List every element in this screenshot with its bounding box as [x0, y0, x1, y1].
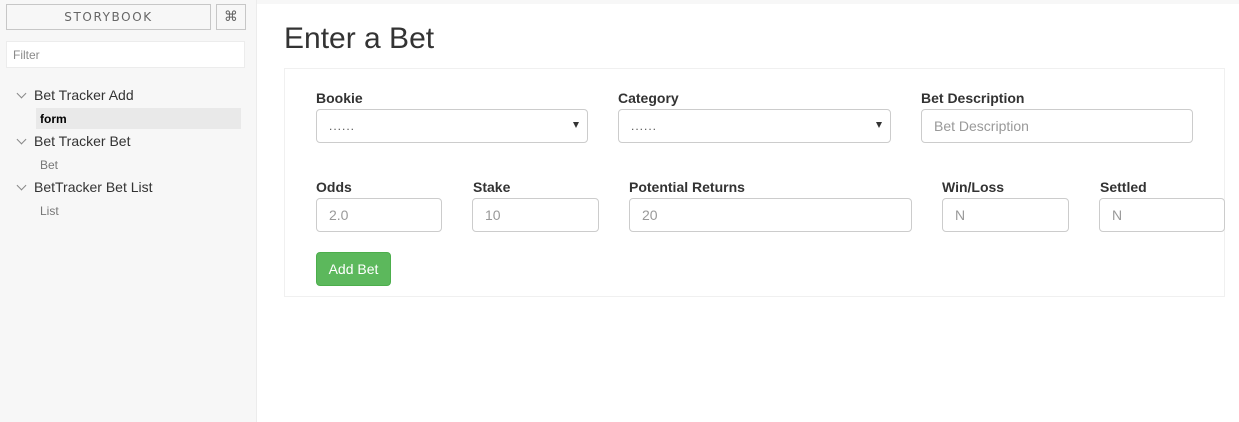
bet-description-input[interactable]	[921, 109, 1193, 143]
chevron-down-icon	[16, 180, 27, 190]
kind-label: BetTracker Bet List	[34, 179, 153, 195]
bookie-label: Bookie	[316, 90, 363, 106]
storybook-brand-button[interactable]: STORYBOOK	[6, 4, 211, 30]
story-bet[interactable]: Bet	[36, 154, 241, 175]
kind-label: Bet Tracker Add	[34, 87, 134, 103]
kind-bet-tracker-add[interactable]: Bet Tracker Add	[0, 84, 256, 106]
chevron-down-icon	[16, 88, 27, 98]
category-label: Category	[618, 90, 679, 106]
story-list[interactable]: List	[36, 200, 241, 221]
chevron-down-icon	[16, 134, 27, 144]
command-icon: ⌘	[224, 9, 238, 25]
win-loss-label: Win/Loss	[942, 179, 1005, 195]
bookie-select[interactable]: ......	[316, 109, 588, 143]
stake-label: Stake	[473, 179, 511, 195]
odds-label: Odds	[316, 179, 352, 195]
kind-label: Bet Tracker Bet	[34, 133, 131, 149]
storybook-app: STORYBOOK ⌘ Bet Tracker Add form Bet Tra…	[0, 0, 1239, 422]
kind-bet-tracker-bet[interactable]: Bet Tracker Bet	[0, 130, 256, 152]
filter-input[interactable]	[6, 41, 245, 68]
potential-returns-label: Potential Returns	[629, 179, 745, 195]
category-select[interactable]: ......	[618, 109, 891, 143]
odds-input[interactable]	[316, 198, 442, 232]
page-title: Enter a Bet	[284, 22, 435, 55]
preview-pane: Enter a Bet Bookie ...... Category .....…	[257, 4, 1239, 422]
settled-input[interactable]	[1099, 198, 1225, 232]
sidebar: STORYBOOK ⌘ Bet Tracker Add form Bet Tra…	[0, 0, 257, 422]
category-selected-value: ......	[631, 119, 658, 133]
kind-bettracker-bet-list[interactable]: BetTracker Bet List	[0, 176, 256, 198]
caret-down-icon	[876, 122, 882, 128]
command-shortcut-button[interactable]: ⌘	[216, 4, 246, 30]
stories-tree: Bet Tracker Add form Bet Tracker Bet Bet…	[0, 84, 256, 221]
story-form[interactable]: form	[36, 108, 241, 129]
win-loss-input[interactable]	[942, 198, 1069, 232]
bet-description-label: Bet Description	[921, 90, 1025, 106]
caret-down-icon	[573, 122, 579, 128]
stake-input[interactable]	[472, 198, 599, 232]
settled-label: Settled	[1100, 179, 1147, 195]
potential-returns-input[interactable]	[629, 198, 912, 232]
add-bet-button[interactable]: Add Bet	[316, 252, 391, 286]
bookie-selected-value: ......	[329, 119, 356, 133]
bet-form-panel: Bookie ...... Category ...... Bet Descri…	[284, 68, 1225, 297]
